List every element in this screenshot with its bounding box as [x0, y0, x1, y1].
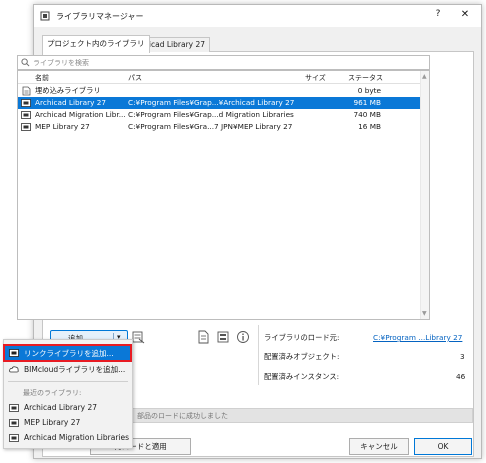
library-search-input[interactable]: ライブラリを検索 [17, 55, 430, 70]
column-name-header[interactable]: 名前 [35, 73, 49, 83]
tab-project-libraries[interactable]: プロジェクト内のライブラリ [42, 35, 150, 53]
window-title: ライブラリマネージャー [56, 12, 144, 21]
menu-item-label: リンクライブラリを追加... [24, 349, 114, 358]
library-path: C:¥Program Files¥Grap...¥Archicad Librar… [128, 98, 295, 107]
linked-library-icon [9, 434, 19, 442]
menu-item-recent-library[interactable]: MEP Library 27 [5, 416, 130, 430]
help-button[interactable]: ? [431, 9, 445, 23]
scroll-up-arrow-icon[interactable]: ▲ [422, 73, 427, 80]
library-manager-icon [40, 11, 50, 21]
add-library-dropdown-menu: リンクライブラリを追加... BIMcloudライブラリを追加... 最近のライ… [3, 339, 133, 449]
search-placeholder: ライブラリを検索 [33, 59, 89, 67]
cancel-button[interactable]: キャンセル [349, 438, 409, 455]
linked-library-icon [21, 123, 31, 131]
library-size: 0 byte [357, 86, 381, 95]
list-item[interactable]: Archicad Migration Libr... C:¥Program Fi… [18, 109, 421, 121]
library-size: 961 MB [353, 98, 381, 107]
recent-libraries-header: 最近のライブラリ: [23, 389, 82, 397]
list-item[interactable]: Archicad Library 27 C:¥Program Files¥Gra… [18, 97, 421, 109]
placed-instances-label: 配置済みインスタンス: [264, 372, 340, 381]
list-item[interactable]: MEP Library 27 C:¥Program Files¥Gra...7 … [18, 121, 421, 133]
menu-item-label: MEP Library 27 [24, 418, 81, 427]
info-divider [258, 325, 259, 385]
ok-button[interactable]: OK [414, 438, 472, 455]
menu-item-add-linked-library[interactable]: リンクライブラリを追加... [3, 344, 132, 362]
column-size-header[interactable]: サイズ [305, 73, 326, 83]
linked-library-icon [21, 99, 31, 107]
bimcloud-library-icon [9, 366, 19, 373]
column-path-header[interactable]: パス [128, 73, 142, 83]
list-scrollbar[interactable]: ▲ ▼ [420, 71, 429, 319]
library-size: 740 MB [353, 110, 381, 119]
placed-objects-label: 配置済みオブジェクト: [264, 352, 340, 361]
menu-item-add-bimcloud-library[interactable]: BIMcloudライブラリを追加... [5, 362, 130, 376]
remove-library-icon[interactable] [131, 330, 145, 344]
library-path: C:¥Program Files¥Gra...7 JPN¥MEP Library… [128, 122, 293, 131]
menu-item-label: BIMcloudライブラリを追加... [24, 365, 126, 374]
info-icon[interactable] [236, 330, 250, 344]
loaded-from-label: ライブラリのロード元: [264, 333, 340, 342]
library-tools-icon[interactable] [216, 330, 230, 344]
placed-instances-value: 46 [456, 372, 466, 381]
column-status-header[interactable]: ステータス [348, 73, 383, 83]
library-document-icon[interactable] [196, 330, 210, 344]
list-header: 名前 パス サイズ ステータス [18, 71, 421, 84]
scroll-down-arrow-icon[interactable]: ▼ [422, 310, 427, 317]
library-size: 16 MB [358, 122, 381, 131]
library-list[interactable]: 名前 パス サイズ ステータス 埋め込みライブラリ 0 byte Archica… [17, 70, 430, 320]
library-path: C:¥Program Files¥Grap...d Migration Libr… [128, 110, 294, 119]
menu-item-label: Archicad Migration Libraries [24, 433, 130, 442]
status-message: 部品のロードに成功しました [137, 412, 228, 420]
list-item[interactable]: 埋め込みライブラリ 0 byte [18, 85, 421, 97]
menu-item-label: Archicad Library 27 [24, 403, 98, 412]
library-name: Archicad Library 27 [35, 98, 107, 107]
loaded-from-link[interactable]: C:¥Program ...Library 27 [373, 333, 462, 342]
library-name: Archicad Migration Libr... [35, 110, 126, 119]
linked-library-icon [9, 419, 19, 427]
linked-library-icon [21, 111, 31, 119]
menu-item-recent-library[interactable]: Archicad Migration Libraries [5, 431, 130, 445]
menu-item-recent-library[interactable]: Archicad Library 27 [5, 401, 130, 415]
placed-objects-value: 3 [460, 352, 465, 361]
close-button[interactable]: ✕ [458, 9, 472, 23]
linked-library-icon [9, 349, 19, 357]
embedded-library-icon [22, 86, 31, 96]
title-bar: ライブラリマネージャー ? ✕ [34, 5, 481, 27]
menu-separator [8, 381, 128, 382]
library-name: MEP Library 27 [35, 122, 90, 131]
linked-library-icon [9, 404, 19, 412]
library-name: 埋め込みライブラリ [35, 86, 101, 95]
search-icon [21, 58, 30, 67]
